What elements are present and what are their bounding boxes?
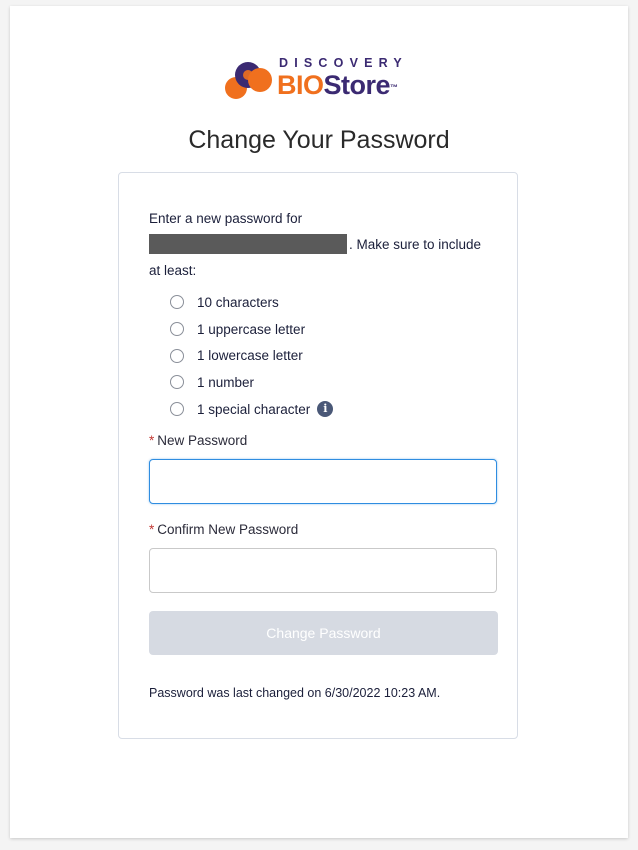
requirement-item: 10 characters [170,289,333,316]
requirement-status-icon [170,322,184,337]
confirm-password-label: * Confirm New Password [149,522,298,537]
required-marker: * [149,522,155,537]
last-changed-note: Password was last changed on 6/30/2022 1… [149,686,441,700]
logo-brand-store: Store [323,70,391,100]
requirement-item: 1 special character i [170,396,334,423]
logo-trademark: ™ [390,83,398,92]
requirement-status-icon [170,348,184,363]
redacted-username [149,234,347,254]
logo-brand-text: BIOStore™ [277,70,398,101]
requirement-item: 1 number [170,369,333,396]
requirement-item: 1 lowercase letter [170,342,333,369]
change-password-button[interactable]: Change Password [149,611,498,655]
requirement-label: 1 lowercase letter [197,348,303,364]
confirm-password-input[interactable] [149,548,497,593]
logo-top-text: DISCOVERY [279,56,408,70]
requirement-label: 10 characters [197,294,279,310]
logo-brand-bio: BIO [277,70,324,100]
logo-mark-icon [225,62,272,99]
requirement-label: 1 special character [197,401,311,417]
requirement-status-icon [170,295,184,310]
instructions-line-1: Enter a new password for [149,211,303,226]
password-requirements: 10 characters 1 uppercase letter 1 lower… [170,289,334,423]
requirement-label: 1 number [197,374,255,390]
change-password-card: Enter a new password for . Make sure to … [118,172,518,739]
page-title: Change Your Password [188,126,450,154]
requirement-status-icon [170,402,184,417]
requirement-status-icon [170,375,184,390]
confirm-password-label-text: Confirm New Password [157,522,299,537]
requirement-label: 1 uppercase letter [197,321,306,337]
new-password-label-text: New Password [157,433,248,448]
instructions-line-2-text: . Make sure to include [349,237,482,252]
required-marker: * [149,433,155,448]
info-icon[interactable]: i [317,401,334,418]
new-password-label: * New Password [149,433,247,448]
new-password-input[interactable] [149,459,497,504]
instructions-line-2: . Make sure to include [149,232,494,258]
instructions: Enter a new password for . Make sure to … [149,206,494,284]
requirement-item: 1 uppercase letter [170,316,333,343]
brand-logo: DISCOVERY BIOStore™ [222,56,422,106]
instructions-line-3: at least: [149,263,197,278]
